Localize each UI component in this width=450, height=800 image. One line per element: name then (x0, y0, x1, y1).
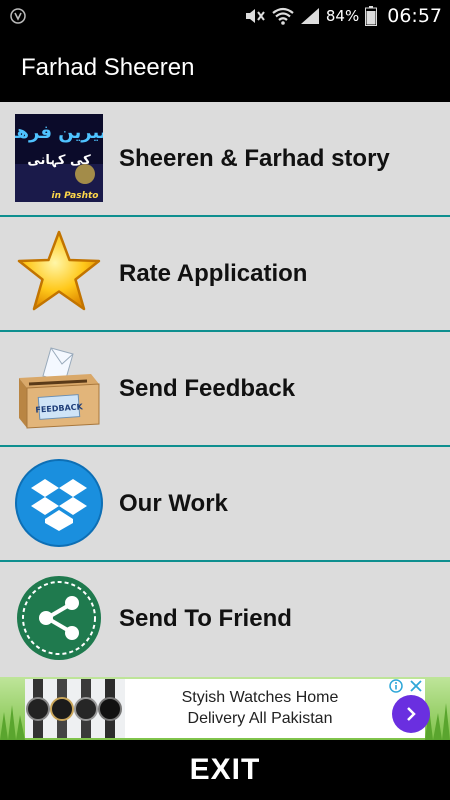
signal-icon (300, 8, 319, 24)
thumb-subtitle-text: کی کہانی (27, 153, 91, 168)
thumb-caption-text: in Pashto (52, 191, 99, 201)
menu-item-our-work[interactable]: Our Work (0, 447, 450, 562)
dropbox-icon (15, 459, 103, 547)
menu-item-label: Send Feedback (119, 374, 296, 402)
menu-item-send-to-friend[interactable]: Send To Friend (0, 562, 450, 677)
ad-info-icon[interactable] (389, 679, 403, 693)
battery-icon (365, 6, 378, 26)
watches-image (25, 679, 125, 738)
ad-banner[interactable]: Styish Watches Home Delivery All Pakista… (0, 677, 450, 740)
thumb-title-text: شیرین فرهاد (15, 122, 103, 143)
exit-button[interactable]: EXIT (0, 740, 450, 800)
menu-item-rate[interactable]: Rate Application (0, 217, 450, 332)
ad-open-button[interactable] (392, 695, 430, 733)
menu-item-label: Send To Friend (119, 604, 292, 632)
shield-icon (10, 8, 26, 24)
mute-icon (245, 9, 265, 23)
chevron-right-icon (407, 707, 416, 721)
action-bar: Farhad Sheeren (0, 32, 450, 102)
star-icon (17, 230, 101, 311)
share-icon (17, 576, 101, 660)
exit-label: EXIT (189, 753, 261, 786)
ad-line-2: Delivery All Pakistan (187, 710, 333, 727)
menu-item-story[interactable]: شیرین فرهاد کی کہانی in Pashto Sheeren &… (0, 102, 450, 217)
battery-percent: 84% (325, 7, 360, 25)
ad-card[interactable]: Styish Watches Home Delivery All Pakista… (25, 679, 430, 738)
ad-text[interactable]: Styish Watches Home Delivery All Pakista… (145, 687, 375, 729)
menu-item-label: Sheeren & Farhad story (119, 144, 390, 172)
ad-line-1: Styish Watches Home (181, 689, 339, 706)
status-clock: 06:57 (387, 5, 442, 27)
app-title: Farhad Sheeren (21, 54, 195, 81)
status-bar: 84% 06:57 (0, 0, 450, 32)
story-thumbnail: شیرین فرهاد کی کہانی in Pashto (15, 114, 103, 202)
menu-item-label: Rate Application (119, 259, 308, 287)
feedback-box-icon: FEEDBACK (19, 347, 100, 429)
menu-list: شیرین فرهاد کی کہانی in Pashto Sheeren &… (0, 102, 450, 677)
menu-item-feedback[interactable]: FEEDBACK Send Feedback (0, 332, 450, 447)
wifi-icon (272, 7, 294, 25)
ad-close-icon[interactable] (409, 679, 423, 693)
menu-item-label: Our Work (119, 489, 228, 517)
